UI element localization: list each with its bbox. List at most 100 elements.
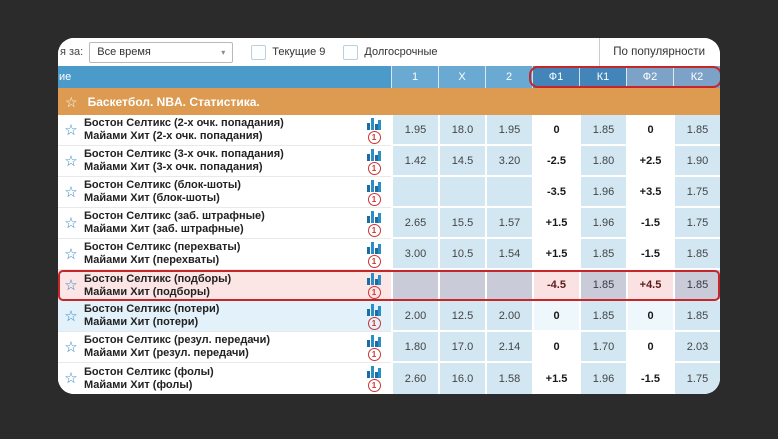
- odds-cell[interactable]: 3.00: [391, 239, 438, 270]
- odds-cell[interactable]: +3.5: [626, 177, 673, 208]
- odds-cell[interactable]: 1.95: [485, 115, 532, 146]
- bar-chart-icon[interactable]: [367, 117, 381, 130]
- favorite-star-icon[interactable]: ☆: [58, 216, 84, 231]
- circled-1-icon[interactable]: 1: [368, 224, 381, 237]
- odds-cell[interactable]: [438, 177, 485, 208]
- odds-cell[interactable]: +1.5: [532, 363, 579, 394]
- odds-cell[interactable]: 0: [532, 332, 579, 363]
- odds-cell[interactable]: 1.42: [391, 146, 438, 177]
- checkbox-current[interactable]: [251, 45, 266, 60]
- odds-cell[interactable]: 0: [626, 301, 673, 332]
- section-star-icon[interactable]: ☆: [65, 95, 78, 109]
- circled-1-icon[interactable]: 1: [368, 348, 381, 361]
- odds-cell[interactable]: 1.80: [391, 332, 438, 363]
- table-row[interactable]: ☆ Бостон Селтикс (резул. передачи) Майам…: [58, 332, 720, 363]
- favorite-star-icon[interactable]: ☆: [58, 309, 84, 324]
- odds-cell[interactable]: 1.75: [673, 208, 720, 239]
- circled-1-icon[interactable]: 1: [368, 379, 381, 392]
- odds-cell[interactable]: [485, 270, 532, 301]
- circled-1-icon[interactable]: 1: [368, 317, 381, 330]
- odds-cell[interactable]: 1.57: [485, 208, 532, 239]
- odds-cell[interactable]: [438, 270, 485, 301]
- odds-cell[interactable]: 2.00: [391, 301, 438, 332]
- event-name-cell[interactable]: ☆ Бостон Селтикс (3-х очк. попадания) Ма…: [58, 146, 391, 177]
- circled-1-icon[interactable]: 1: [368, 286, 381, 299]
- bar-chart-icon[interactable]: [367, 210, 381, 223]
- event-name-cell[interactable]: ☆ Бостон Селтикс (блок-шоты) Майами Хит …: [58, 177, 391, 208]
- odds-cell[interactable]: 2.00: [485, 301, 532, 332]
- odds-cell[interactable]: +4.5: [626, 270, 673, 301]
- odds-cell[interactable]: -1.5: [626, 208, 673, 239]
- event-name-cell[interactable]: ☆ Бостон Селтикс (резул. передачи) Майам…: [58, 332, 391, 363]
- odds-cell[interactable]: 15.5: [438, 208, 485, 239]
- odds-cell[interactable]: -4.5: [532, 270, 579, 301]
- table-row[interactable]: ☆ Бостон Селтикс (2-х очк. попадания) Ма…: [58, 115, 720, 146]
- odds-cell[interactable]: 1.85: [673, 270, 720, 301]
- odds-cell[interactable]: 2.65: [391, 208, 438, 239]
- favorite-star-icon[interactable]: ☆: [58, 123, 84, 138]
- favorite-star-icon[interactable]: ☆: [58, 185, 84, 200]
- odds-cell[interactable]: 3.20: [485, 146, 532, 177]
- favorite-star-icon[interactable]: ☆: [58, 371, 84, 386]
- odds-cell[interactable]: +1.5: [532, 239, 579, 270]
- favorite-star-icon[interactable]: ☆: [58, 247, 84, 262]
- table-row[interactable]: ☆ Бостон Селтикс (фолы) Майами Хит (фолы…: [58, 363, 720, 394]
- event-name-cell[interactable]: ☆ Бостон Селтикс (подборы) Майами Хит (п…: [58, 270, 391, 301]
- bar-chart-icon[interactable]: [367, 303, 381, 316]
- odds-cell[interactable]: -1.5: [626, 239, 673, 270]
- period-select[interactable]: Все время ▾: [89, 42, 233, 63]
- table-row[interactable]: ☆ Бостон Селтикс (блок-шоты) Майами Хит …: [58, 177, 720, 208]
- odds-cell[interactable]: 1.85: [579, 115, 626, 146]
- odds-cell[interactable]: [391, 177, 438, 208]
- odds-cell[interactable]: 12.5: [438, 301, 485, 332]
- event-name-cell[interactable]: ☆ Бостон Селтикс (фолы) Майами Хит (фолы…: [58, 363, 391, 394]
- circled-1-icon[interactable]: 1: [368, 131, 381, 144]
- bar-chart-icon[interactable]: [367, 148, 381, 161]
- favorite-star-icon[interactable]: ☆: [58, 278, 84, 293]
- odds-cell[interactable]: 0: [626, 115, 673, 146]
- odds-cell[interactable]: [485, 177, 532, 208]
- favorite-star-icon[interactable]: ☆: [58, 154, 84, 169]
- odds-cell[interactable]: 1.85: [579, 301, 626, 332]
- odds-cell[interactable]: 1.90: [673, 146, 720, 177]
- sort-button[interactable]: По популярности: [599, 38, 720, 66]
- odds-cell[interactable]: 17.0: [438, 332, 485, 363]
- event-name-cell[interactable]: ☆ Бостон Селтикс (потери) Майами Хит (по…: [58, 301, 391, 332]
- odds-cell[interactable]: 1.75: [673, 363, 720, 394]
- table-row[interactable]: ☆ Бостон Селтикс (перехваты) Майами Хит …: [58, 239, 720, 270]
- odds-cell[interactable]: 1.80: [579, 146, 626, 177]
- odds-cell[interactable]: 0: [626, 332, 673, 363]
- odds-cell[interactable]: 18.0: [438, 115, 485, 146]
- odds-cell[interactable]: 1.95: [391, 115, 438, 146]
- odds-cell[interactable]: 1.85: [673, 115, 720, 146]
- circled-1-icon[interactable]: 1: [368, 255, 381, 268]
- odds-cell[interactable]: 1.70: [579, 332, 626, 363]
- bar-chart-icon[interactable]: [367, 241, 381, 254]
- odds-cell[interactable]: 14.5: [438, 146, 485, 177]
- table-row[interactable]: ☆ Бостон Селтикс (заб. штрафные) Майами …: [58, 208, 720, 239]
- bar-chart-icon[interactable]: [367, 365, 381, 378]
- odds-cell[interactable]: 1.96: [579, 208, 626, 239]
- checkbox-longterm[interactable]: [343, 45, 358, 60]
- odds-cell[interactable]: 1.54: [485, 239, 532, 270]
- odds-cell[interactable]: 2.60: [391, 363, 438, 394]
- odds-cell[interactable]: +2.5: [626, 146, 673, 177]
- favorite-star-icon[interactable]: ☆: [58, 340, 84, 355]
- odds-cell[interactable]: 1.96: [579, 177, 626, 208]
- bar-chart-icon[interactable]: [367, 272, 381, 285]
- circled-1-icon[interactable]: 1: [368, 193, 381, 206]
- odds-cell[interactable]: -2.5: [532, 146, 579, 177]
- odds-cell[interactable]: 2.03: [673, 332, 720, 363]
- table-row[interactable]: ☆ Бостон Селтикс (потери) Майами Хит (по…: [58, 301, 720, 332]
- odds-cell[interactable]: -1.5: [626, 363, 673, 394]
- odds-cell[interactable]: 2.14: [485, 332, 532, 363]
- bar-chart-icon[interactable]: [367, 334, 381, 347]
- table-row[interactable]: ☆ Бостон Селтикс (3-х очк. попадания) Ма…: [58, 146, 720, 177]
- table-row[interactable]: ☆ Бостон Селтикс (подборы) Майами Хит (п…: [58, 270, 720, 301]
- odds-cell[interactable]: 1.58: [485, 363, 532, 394]
- odds-cell[interactable]: [391, 270, 438, 301]
- circled-1-icon[interactable]: 1: [368, 162, 381, 175]
- odds-cell[interactable]: 10.5: [438, 239, 485, 270]
- odds-cell[interactable]: 1.75: [673, 177, 720, 208]
- odds-cell[interactable]: -3.5: [532, 177, 579, 208]
